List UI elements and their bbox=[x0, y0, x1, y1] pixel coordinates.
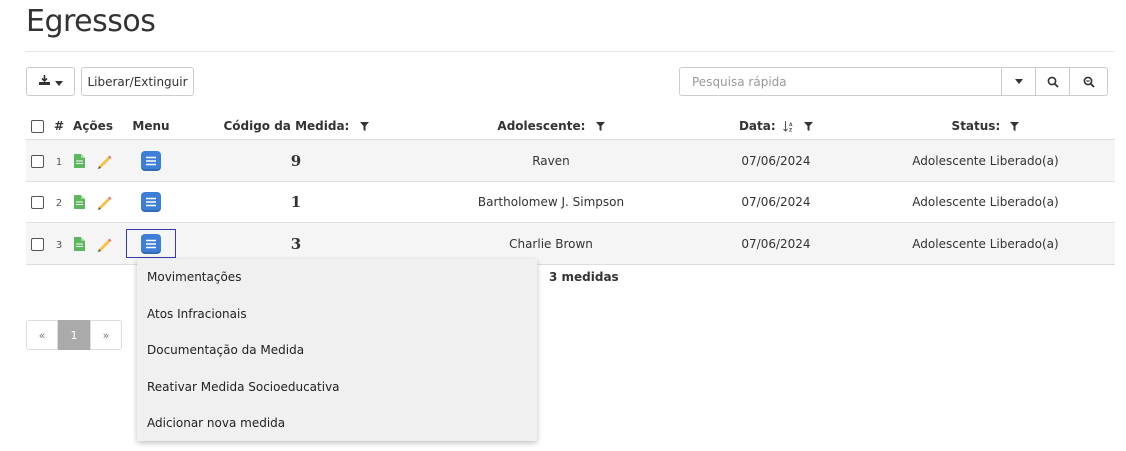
record-count: 3 medidas bbox=[549, 270, 619, 284]
page-title: Egressos bbox=[26, 4, 156, 39]
col-header-adolescente[interactable]: Adolescente: bbox=[406, 113, 696, 140]
search-input[interactable]: Pesquisa rápida bbox=[679, 67, 1002, 96]
row-number: 3 bbox=[48, 222, 70, 265]
adolescente-cell: Raven bbox=[406, 139, 696, 182]
export-dropdown-button[interactable] bbox=[26, 67, 75, 96]
codigo-value: 1 bbox=[290, 193, 302, 211]
filter-icon[interactable] bbox=[595, 122, 605, 131]
row-number-label: 3 bbox=[55, 239, 63, 251]
status-cell: Adolescente Liberado(a) bbox=[856, 181, 1115, 223]
table-header-row: # Ações Menu Código da Medida: Adolescen… bbox=[26, 113, 1115, 140]
export-icon bbox=[38, 74, 51, 89]
select-all-cell bbox=[26, 113, 48, 140]
row-select-cell bbox=[26, 222, 48, 265]
col-header-codigo[interactable]: Código da Medida: bbox=[186, 113, 406, 140]
pagination-next[interactable]: » bbox=[90, 320, 122, 350]
row-checkbox[interactable] bbox=[30, 196, 44, 209]
filter-icon[interactable] bbox=[359, 122, 369, 131]
zoom-search-icon bbox=[1083, 76, 1095, 88]
row-select-cell bbox=[26, 139, 48, 182]
advanced-search-button[interactable] bbox=[1070, 67, 1108, 96]
col-header-codigo-label: Código da Medida: bbox=[223, 119, 350, 133]
menu-item-movimentacoes[interactable]: Movimentações bbox=[137, 259, 537, 296]
caret-down-icon bbox=[1014, 79, 1023, 84]
status-cell: Adolescente Liberado(a) bbox=[856, 222, 1115, 265]
search-icon bbox=[1047, 76, 1059, 88]
document-icon[interactable] bbox=[73, 195, 85, 209]
select-all-checkbox[interactable] bbox=[30, 120, 44, 133]
row-select-cell bbox=[26, 181, 48, 223]
svg-text:Z: Z bbox=[789, 128, 793, 133]
row-checkbox[interactable] bbox=[30, 237, 44, 251]
pagination-prev[interactable]: « bbox=[26, 320, 58, 350]
table-row: 1 9 Raven 07/06/2024 Adolescente Liberad… bbox=[26, 139, 1115, 182]
row-actions bbox=[70, 181, 116, 223]
menu-list-icon[interactable] bbox=[141, 150, 161, 171]
menu-list-icon[interactable] bbox=[141, 233, 161, 254]
pencil-icon[interactable] bbox=[96, 236, 112, 252]
egressos-table: # Ações Menu Código da Medida: Adolescen… bbox=[26, 113, 1115, 265]
menu-item-documentacao[interactable]: Documentação da Medida bbox=[137, 332, 537, 369]
pencil-icon[interactable] bbox=[96, 194, 112, 210]
row-checkbox[interactable] bbox=[30, 154, 44, 168]
caret-down-icon bbox=[55, 75, 63, 89]
codigo-cell: 1 bbox=[186, 181, 406, 223]
adolescente-cell: Bartholomew J. Simpson bbox=[406, 181, 696, 223]
data-cell: 07/06/2024 bbox=[696, 139, 856, 182]
filter-icon[interactable] bbox=[804, 122, 814, 131]
quick-search: Pesquisa rápida bbox=[679, 67, 1108, 96]
col-header-num: # bbox=[48, 113, 70, 140]
row-number: 2 bbox=[48, 181, 70, 223]
menu-item-atos-infracionais[interactable]: Atos Infracionais bbox=[137, 296, 537, 333]
title-divider bbox=[26, 51, 1114, 52]
data-cell: 07/06/2024 bbox=[696, 222, 856, 265]
status-cell: Adolescente Liberado(a) bbox=[856, 139, 1115, 182]
col-header-adolescente-label: Adolescente: bbox=[497, 119, 586, 133]
row-actions bbox=[70, 222, 116, 265]
row-menu-dropdown: Movimentações Atos Infracionais Document… bbox=[137, 259, 537, 441]
search-button[interactable] bbox=[1036, 67, 1070, 96]
row-menu-cell bbox=[116, 139, 186, 182]
row-number-label: 1 bbox=[55, 156, 63, 168]
codigo-cell: 9 bbox=[186, 139, 406, 182]
row-actions bbox=[70, 139, 116, 182]
pagination-page-current[interactable]: 1 bbox=[58, 320, 90, 350]
svg-text:A: A bbox=[789, 122, 793, 128]
col-header-menu: Menu bbox=[116, 113, 186, 140]
menu-item-reativar-medida[interactable]: Reativar Medida Socioeducativa bbox=[137, 369, 537, 406]
col-header-data-label: Data: bbox=[738, 119, 776, 133]
pagination: « 1 » bbox=[26, 320, 122, 350]
codigo-value: 9 bbox=[290, 151, 302, 170]
menu-list-icon[interactable] bbox=[141, 192, 161, 212]
menu-button-focused[interactable] bbox=[126, 229, 176, 258]
row-menu-cell bbox=[116, 181, 186, 223]
codigo-value: 3 bbox=[290, 234, 302, 253]
col-header-status-label: Status: bbox=[951, 119, 1001, 133]
filter-icon[interactable] bbox=[1010, 122, 1020, 131]
sort-icon[interactable]: AZ bbox=[782, 121, 794, 134]
document-icon[interactable] bbox=[73, 153, 85, 168]
liberar-extinguir-button[interactable]: Liberar/Extinguir bbox=[81, 67, 194, 96]
table-row: 2 1 Bartholomew J. Simpson 07/06/2024 Ad… bbox=[26, 181, 1115, 223]
search-options-button[interactable] bbox=[1002, 67, 1036, 96]
pencil-icon[interactable] bbox=[96, 153, 112, 169]
col-header-data[interactable]: Data: AZ bbox=[696, 113, 856, 140]
col-header-status[interactable]: Status: bbox=[856, 113, 1115, 140]
row-number-label: 2 bbox=[55, 198, 63, 209]
document-icon[interactable] bbox=[73, 236, 85, 251]
menu-item-adicionar-medida[interactable]: Adicionar nova medida bbox=[137, 405, 537, 442]
col-header-acoes: Ações bbox=[70, 113, 116, 140]
data-cell: 07/06/2024 bbox=[696, 181, 856, 223]
row-number: 1 bbox=[48, 139, 70, 182]
